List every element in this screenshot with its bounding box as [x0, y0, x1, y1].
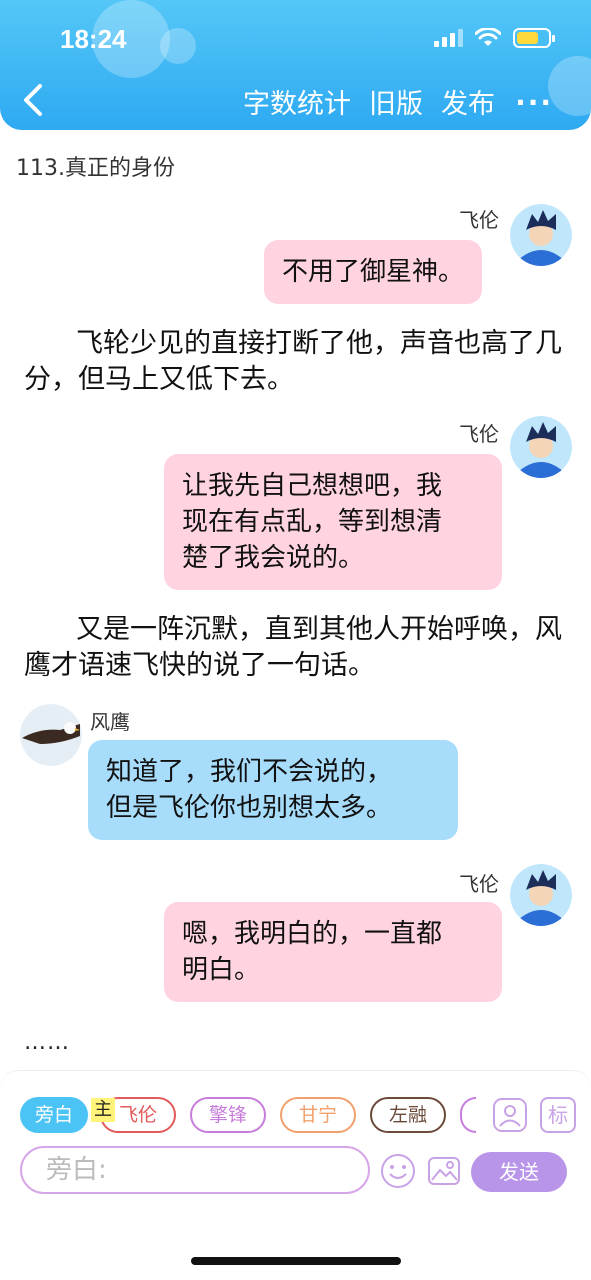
message-bubble: 知道了，我们不会说的， 但是飞伦你也别想太多。 [88, 740, 458, 840]
ellipsis-text: …… [24, 1030, 70, 1055]
narration-text: 飞轮少见的直接打断了他，声音也高了几分，但马上又低下去。 [24, 328, 562, 395]
message-bubble: 嗯，我明白的，一直都 明白。 [164, 902, 502, 1002]
main-role-badge: 主 [91, 1098, 115, 1122]
word-count-button[interactable]: 字数统计 [243, 82, 351, 121]
home-indicator[interactable] [191, 1257, 401, 1265]
message-line: 嗯，我明白的，一直都 [182, 919, 443, 949]
avatar[interactable] [20, 704, 82, 766]
cellular-signal-icon [434, 29, 463, 47]
role-chip-ganning[interactable]: 甘宁 [280, 1097, 356, 1133]
back-button[interactable] [18, 80, 48, 120]
more-button[interactable]: ··· [515, 86, 553, 119]
message-bubble: 不用了御星神。 [264, 240, 483, 304]
message-line: 楚了我会说的。 [182, 543, 365, 573]
header-actions: 字数统计 旧版 发布 [243, 82, 495, 121]
decor-bubble [548, 56, 591, 116]
avatar[interactable] [510, 204, 572, 266]
battery-icon [513, 28, 555, 48]
message-line: 知道了，我们不会说的， [106, 757, 393, 787]
role-chip-qingfeng[interactable]: 擎锋 [190, 1097, 266, 1133]
avatar[interactable] [510, 416, 572, 478]
message-line: 不用了御星神。 [282, 257, 465, 287]
status-icons [434, 28, 555, 48]
speaker-name: 飞伦 [459, 208, 499, 232]
role-chip-narration[interactable]: 旁白 [20, 1097, 88, 1133]
message-line: 让我先自己想想吧，我 [182, 471, 443, 501]
chapter-title: 113.真正的身份 [16, 156, 175, 181]
message-line: 现在有点乱，等到想清 [182, 507, 443, 537]
app-header: 18:24 字数统计 旧版 发布 ··· [0, 0, 591, 130]
send-button[interactable]: 发送 [471, 1152, 567, 1192]
add-character-icon[interactable] [492, 1097, 528, 1133]
message-input[interactable]: 旁白: [20, 1146, 370, 1194]
message-line: 明白。 [182, 955, 261, 985]
avatar[interactable] [510, 864, 572, 926]
message-line: 但是飞伦你也别想太多。 [106, 793, 393, 823]
image-icon[interactable] [426, 1153, 462, 1189]
emoji-icon[interactable] [380, 1153, 416, 1189]
speaker-name: 飞伦 [459, 422, 499, 446]
message-bubble: 让我先自己想想吧，我 现在有点乱，等到想清 楚了我会说的。 [164, 454, 502, 590]
status-time: 18:24 [60, 24, 127, 54]
role-chip-zuorong[interactable]: 左融 [370, 1097, 446, 1133]
label-button[interactable]: 标 [540, 1097, 576, 1133]
speaker-name: 飞伦 [459, 872, 499, 896]
narration-text: 又是一阵沉默，直到其他人开始呼唤，风鹰才语速飞快的说了一句话。 [24, 614, 562, 681]
publish-button[interactable]: 发布 [441, 82, 495, 121]
decor-bubble [160, 28, 196, 64]
wifi-icon [475, 28, 501, 46]
speaker-name: 风鹰 [90, 710, 130, 734]
old-version-button[interactable]: 旧版 [369, 82, 423, 121]
